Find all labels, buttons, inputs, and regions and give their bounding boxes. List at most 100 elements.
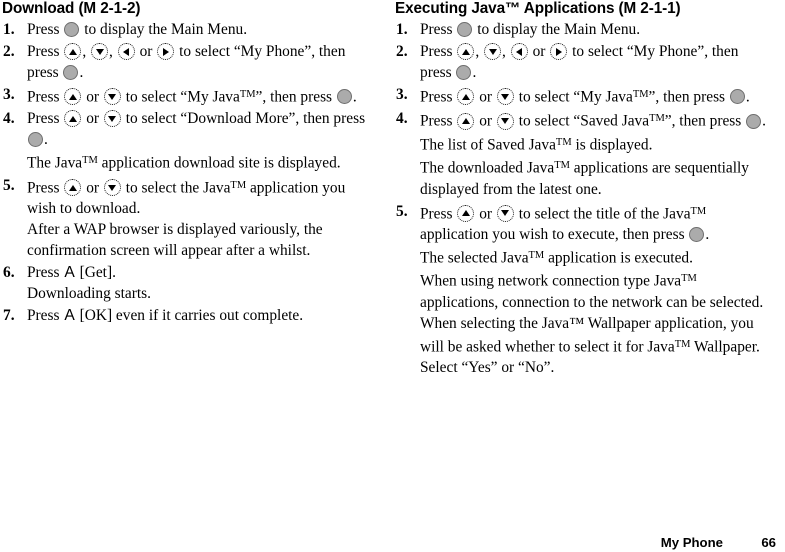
navigation-down-key-icon [484,43,502,60]
trademark-symbol: TM [528,249,545,261]
navigation-down-key-icon [91,43,109,60]
step-list: 1. Press to display the Main Menu. 2. Press… [395,19,766,378]
step-number: 7. [3,307,15,325]
step-item: 2. Press , , or to select “My Phone”, the… [395,41,766,83]
center-select-key-icon [456,65,472,80]
navigation-left-key-icon [510,43,528,60]
center-select-key-icon [336,89,352,105]
center-select-key-icon [63,65,79,80]
step-text: Press , , or to select “My Phone”, then … [27,43,346,81]
step-number: 5. [396,202,408,220]
arrow-glyph [108,93,117,100]
step-text: Press or to select the title of the Java… [420,204,710,243]
arrow-glyph [516,47,523,56]
center-select-key-icon [746,113,762,129]
trademark-symbol: TM [554,160,570,172]
step-note: The JavaTM application download site is … [27,154,341,172]
arrow-glyph [68,184,77,191]
navigation-down-key-icon [496,204,514,222]
arrow-glyph [68,93,77,100]
navigation-down-key-icon [103,179,121,197]
manual-page: Download (M 2-1-2) 1. Press to display the… [0,0,785,552]
navigation-right-key-icon [550,43,568,60]
step-item: 3. Press or to select “My JavaTM”, then p… [2,84,370,107]
navigation-up-key-icon [457,88,475,106]
step-item: 4. Press or to select “Saved JavaTM”, the… [395,108,766,199]
navigation-right-key-icon [157,43,175,60]
step-number: 2. [3,43,15,60]
navigation-down-key-icon [103,110,121,128]
center-select-key-icon [64,22,80,37]
two-column-layout: Download (M 2-1-2) 1. Press to display the… [0,0,785,379]
step-number: 1. [3,21,15,38]
navigation-up-key-icon [64,110,82,128]
left-soft-key-a-icon: A [64,307,75,325]
arrow-glyph [461,118,470,125]
step-text: Press or to select “My JavaTM”, then pre… [420,88,750,106]
arrow-glyph [501,93,510,100]
left-soft-key-a-icon: A [64,264,75,282]
step-text: Press to display the Main Menu. [420,21,641,38]
step-number: 4. [3,110,15,128]
step-number: 4. [396,110,408,128]
arrow-glyph [501,210,510,217]
step-note: After a WAP browser is displayed various… [27,221,323,260]
navigation-down-key-icon [496,112,514,130]
step-item: 2. Press , , or to select “My Phone”, the… [2,41,370,83]
step-text: Press or to select the JavaTM applicatio… [27,179,346,218]
arrow-glyph [95,48,104,55]
page-footer: My Phone 66 [0,522,785,552]
trademark-symbol: TM [690,205,707,217]
navigation-down-key-icon [496,88,514,106]
trademark-symbol: TM [82,155,98,167]
arrow-glyph [461,210,470,217]
center-select-key-icon [28,132,43,148]
trademark-symbol: TM [649,113,665,125]
navigation-left-key-icon [117,43,135,60]
step-text: Press or to select “Saved JavaTM”, then … [420,112,766,130]
trademark-symbol: TM [239,89,256,100]
step-item: 4. Press or to select “Download More”, th… [2,108,370,173]
arrow-glyph [461,48,470,55]
arrow-glyph [461,93,470,100]
arrow-glyph [68,115,77,122]
trademark-symbol: TM [632,89,649,100]
footer-chapter-name: My Phone [660,535,723,550]
step-note: Downloading starts. [27,285,151,303]
step-text: Press , , or to select “My Phone”, then … [420,43,739,81]
arrow-glyph [501,118,510,125]
step-text: Press A [Get]. [27,264,116,282]
navigation-up-key-icon [64,88,82,106]
section-heading-text: Download [2,0,75,17]
step-item: 1. Press to display the Main Menu. [395,19,766,40]
section-heading-download: Download (M 2-1-2) [2,0,370,17]
step-text: Press or to select “My JavaTM”, then pre… [27,88,357,106]
arrow-glyph [68,48,77,55]
arrow-glyph [108,115,117,122]
step-number: 5. [3,176,15,194]
center-select-key-icon [689,226,705,242]
step-number: 1. [396,21,408,38]
navigation-down-key-icon [103,88,121,106]
trademark-symbol: TM [230,179,247,191]
navigation-up-key-icon [457,112,475,130]
step-text: Press or to select “Download More”, then… [27,110,366,149]
arrow-glyph [108,184,117,191]
step-number: 6. [3,264,15,282]
navigation-up-key-icon [457,43,475,60]
step-number: 3. [3,86,15,103]
arrow-glyph [488,48,497,55]
arrow-glyph [123,47,130,56]
step-item: 7. Press A [OK] even if it carries out co… [2,305,370,326]
section-heading-executing-java-applications: Executing Java™ Applications (M 2-1-1) [395,0,766,17]
step-number: 3. [396,86,408,103]
column-executing-java-applications: Executing Java™ Applications (M 2-1-1) 1.… [392,0,784,379]
column-download: Download (M 2-1-2) 1. Press to display the… [0,0,392,327]
trademark-symbol: TM [674,338,691,350]
step-item: 6. Press A [Get]. Downloading starts. [2,262,370,304]
step-note: The list of Saved JavaTM is displayed. Th… [420,136,749,198]
navigation-up-key-icon [64,43,82,60]
navigation-up-key-icon [64,179,82,197]
navigation-up-key-icon [457,204,475,222]
center-select-key-icon [457,22,473,37]
